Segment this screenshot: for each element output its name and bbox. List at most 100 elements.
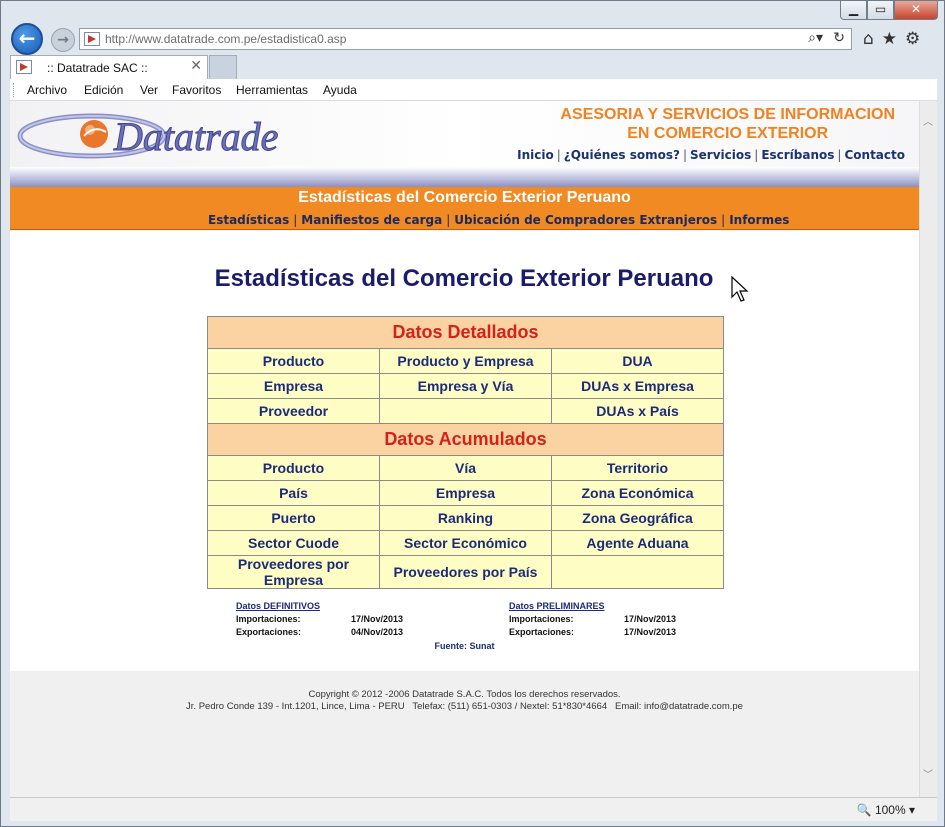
data-source: Fuente: Sunat: [434, 641, 495, 651]
menu-ver[interactable]: Ver: [140, 83, 158, 97]
tagline-line-1: ASESORIA Y SERVICIOS DE INFORMACION: [560, 106, 895, 123]
forward-icon[interactable]: →: [51, 28, 75, 52]
datatrade-logo[interactable]: Datatrade: [14, 105, 320, 167]
subnav-manifiestos[interactable]: Manifiestos de carga: [301, 213, 442, 227]
main-content: Estadísticas del Comercio Exterior Perua…: [10, 231, 919, 671]
header-divider-band: [10, 167, 919, 189]
menu-herramientas[interactable]: Herramientas: [236, 83, 308, 97]
link-det-dua[interactable]: DUA: [551, 348, 724, 374]
zoom-control[interactable]: 🔍 100% ▾: [857, 803, 915, 817]
preliminares-export-date: 17/Nov/2013: [624, 627, 677, 637]
vertical-scrollbar[interactable]: ︿ ﹀: [919, 101, 937, 797]
definitivos-import-date: 17/Nov/2013: [351, 614, 404, 624]
banner-title: Estadísticas del Comercio Exterior Perua…: [298, 189, 631, 206]
site-header: Datatrade ASESORIA Y SERVICIOS DE INFORM…: [10, 101, 919, 171]
link-det-duas-empresa[interactable]: DUAs x Empresa: [551, 373, 724, 399]
link-acu-producto[interactable]: Producto: [207, 455, 380, 481]
mouse-pointer-icon: [731, 276, 749, 302]
link-acu-pais[interactable]: País: [207, 480, 380, 506]
preliminares-title[interactable]: Datos PRELIMINARES: [509, 601, 676, 611]
title-bar: ▁ ▭ ✕: [1, 1, 945, 23]
favorites-star-icon[interactable]: ★: [882, 29, 897, 49]
menu-edicion[interactable]: Edición: [84, 83, 123, 97]
datos-definitivos: Datos DEFINITIVOS Importaciones: 17/Nov/2…: [236, 601, 403, 640]
preliminares-import-label: Importaciones:: [509, 614, 574, 624]
site-tagline: ASESORIA Y SERVICIOS DE INFORMACION EN C…: [560, 105, 895, 143]
link-acu-ranking[interactable]: Ranking: [379, 505, 552, 531]
contact-text: Jr. Pedro Conde 139 - Int.1201, Lince, L…: [186, 701, 743, 712]
datos-preliminares: Datos PRELIMINARES Importaciones: 17/Nov/…: [509, 601, 676, 640]
page-title: Estadísticas del Comercio Exterior Perua…: [214, 265, 714, 292]
link-acu-sector-economico[interactable]: Sector Económico: [379, 530, 552, 556]
menu-favoritos[interactable]: Favoritos: [172, 83, 221, 97]
gear-icon[interactable]: ⚙: [905, 29, 920, 49]
empty-cell: [551, 555, 724, 589]
link-det-proveedor[interactable]: Proveedor: [207, 398, 380, 424]
section-header-detallados: Datos Detallados: [207, 316, 724, 349]
site-footer: Copyright © 2012 -2006 Datatrade S.A.C. …: [10, 671, 919, 797]
tab-favicon-icon: [16, 60, 32, 74]
definitivos-export-date: 04/Nov/2013: [351, 627, 404, 637]
tab-datatrade[interactable]: :: Datatrade SAC :: ✕: [10, 55, 208, 79]
nav-contacto[interactable]: Contacto: [844, 148, 905, 162]
preliminares-export-label: Exportaciones:: [509, 627, 575, 637]
new-tab-button[interactable]: [209, 55, 237, 79]
nav-servicios[interactable]: Servicios: [690, 148, 751, 162]
tagline-line-2: EN COMERCIO EXTERIOR: [627, 125, 829, 142]
section-header-acumulados: Datos Acumulados: [207, 423, 724, 456]
link-acu-proveedores-empresa[interactable]: Proveedores por Empresa: [207, 555, 380, 589]
link-acu-sector-cuode[interactable]: Sector Cuode: [207, 530, 380, 556]
link-det-empresa[interactable]: Empresa: [207, 373, 380, 399]
sub-navigation: Estadísticas | Manifiestos de carga | Ubicac…: [208, 213, 790, 227]
tab-title: :: Datatrade SAC ::: [47, 61, 148, 75]
link-det-duas-pais[interactable]: DUAs x País: [551, 398, 724, 424]
page-viewport: Datatrade ASESORIA Y SERVICIOS DE INFORM…: [10, 101, 919, 797]
nav-quienes-somos[interactable]: ¿Quiénes somos?: [564, 148, 680, 162]
back-icon[interactable]: ←: [11, 23, 43, 55]
tab-strip: :: Datatrade SAC :: ✕: [1, 55, 945, 79]
menu-ayuda[interactable]: Ayuda: [323, 83, 357, 97]
status-bar: 🔍 100% ▾: [10, 797, 937, 821]
link-acu-via[interactable]: Vía: [379, 455, 552, 481]
copyright-text: Copyright © 2012 -2006 Datatrade S.A.C. …: [308, 689, 621, 700]
scroll-down-icon[interactable]: ﹀: [923, 766, 933, 781]
subnav-estadisticas[interactable]: Estadísticas: [208, 213, 289, 227]
scroll-up-icon[interactable]: ︿: [923, 113, 933, 128]
logo-text: Datatrade: [113, 114, 278, 159]
home-icon[interactable]: ⌂: [863, 29, 874, 49]
nav-escribanos[interactable]: Escríbanos: [761, 148, 834, 162]
link-acu-zona-economica[interactable]: Zona Económica: [551, 480, 724, 506]
search-icon[interactable]: ⌕▾: [808, 30, 823, 46]
definitivos-export-label: Exportaciones:: [236, 627, 302, 637]
link-acu-puerto[interactable]: Puerto: [207, 505, 380, 531]
navigation-bar: ← → http://www.datatrade.com.pe/estadist…: [1, 23, 945, 55]
browser-window: ▁ ▭ ✕ ← → http://www.datatrade.com.pe/es…: [0, 0, 945, 827]
link-acu-empresa[interactable]: Empresa: [379, 480, 552, 506]
top-navigation: Inicio | ¿Quiénes somos? | Servicios | Escríba…: [517, 148, 905, 162]
subnav-informes[interactable]: Informes: [729, 213, 789, 227]
refresh-icon[interactable]: ↻: [833, 30, 845, 46]
preliminares-import-date: 17/Nov/2013: [624, 614, 677, 624]
tab-close-icon[interactable]: ✕: [190, 58, 202, 74]
link-det-producto-empresa[interactable]: Producto y Empresa: [379, 348, 552, 374]
menu-bar: Archivo Edición Ver Favoritos Herramient…: [10, 79, 937, 101]
site-favicon-icon: [84, 32, 100, 46]
definitivos-title[interactable]: Datos DEFINITIVOS: [236, 601, 403, 611]
url-text[interactable]: http://www.datatrade.com.pe/estadistica0…: [105, 32, 346, 46]
minimize-button[interactable]: ▁: [840, 1, 867, 20]
link-acu-territorio[interactable]: Territorio: [551, 455, 724, 481]
link-det-empresa-via[interactable]: Empresa y Vía: [379, 373, 552, 399]
link-acu-zona-geografica[interactable]: Zona Geográfica: [551, 505, 724, 531]
link-acu-agente-aduana[interactable]: Agente Aduana: [551, 530, 724, 556]
nav-inicio[interactable]: Inicio: [517, 148, 554, 162]
section-banner: Estadísticas del Comercio Exterior Perua…: [10, 187, 919, 230]
close-button[interactable]: ✕: [894, 1, 938, 20]
menu-grip-icon: [13, 83, 16, 97]
address-bar[interactable]: http://www.datatrade.com.pe/estadistica0…: [79, 28, 852, 50]
definitivos-import-label: Importaciones:: [236, 614, 301, 624]
link-det-producto[interactable]: Producto: [207, 348, 380, 374]
maximize-button[interactable]: ▭: [867, 1, 894, 20]
link-acu-proveedores-pais[interactable]: Proveedores por País: [379, 555, 552, 589]
subnav-ubicacion-compradores[interactable]: Ubicación de Compradores Extranjeros: [454, 213, 717, 227]
menu-archivo[interactable]: Archivo: [27, 83, 67, 97]
